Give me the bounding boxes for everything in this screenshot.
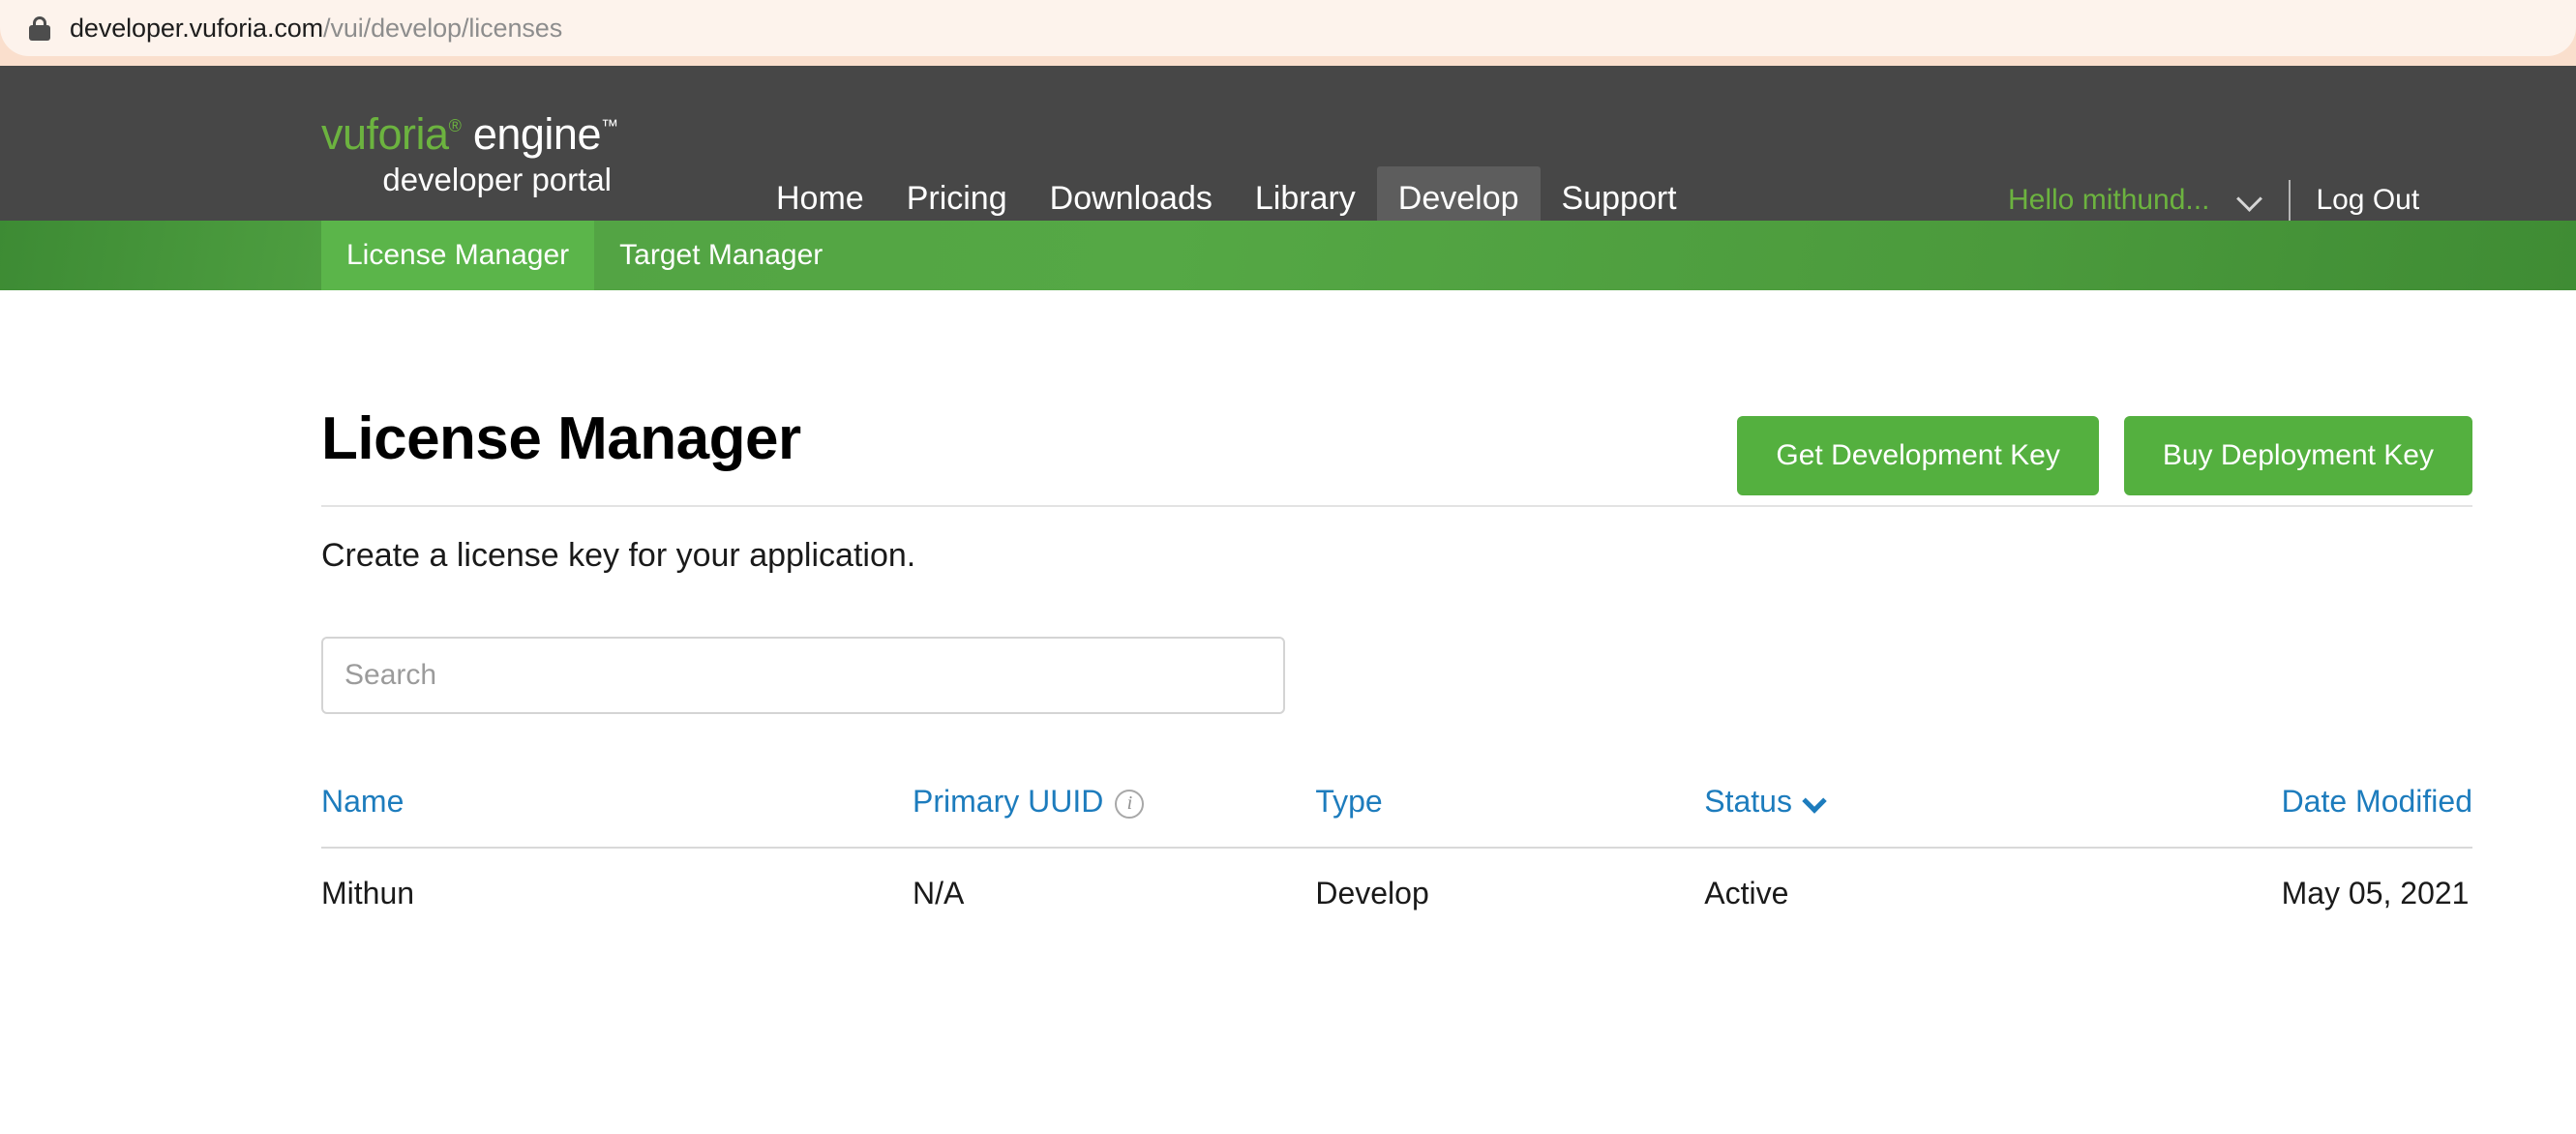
trademark-icon: ™ [600,116,618,135]
divider [2289,180,2291,221]
logo-wordmark: vuforia® engine™ [321,101,618,160]
column-header-name[interactable]: Name [321,784,913,848]
license-table-body: Mithun N/A Develop Active May 05, 2021 [321,848,2472,911]
column-header-status-label: Status [1704,784,1792,819]
header-divider [321,505,2472,507]
cell-type: Develop [1315,876,1429,910]
lock-icon [27,14,52,43]
column-header-name-label: Name [321,784,404,819]
log-out-button[interactable]: Log Out [2316,184,2419,217]
column-header-date-modified[interactable]: Date Modified [2282,784,2472,848]
url-domain: developer.vuforia.com [70,13,324,43]
logo-tagline: developer portal [382,162,612,197]
cell-primary-uuid: N/A [913,876,965,910]
column-header-status[interactable]: Status [1704,784,2281,848]
column-header-date-modified-label: Date Modified [2281,784,2472,819]
column-header-primary-uuid[interactable]: Primary UUID i [913,784,1315,848]
logo-brand: vuforia [321,109,449,159]
table-header-row: Name Primary UUID i Type Status Date Modi… [321,784,2472,848]
address-bar[interactable]: developer.vuforia.com/vui/develop/licens… [0,0,2576,56]
table-row[interactable]: Mithun N/A Develop Active May 05, 2021 [321,848,2472,911]
license-table-header: Name Primary UUID i Type Status Date Modi… [321,784,2472,848]
tab-target-manager[interactable]: Target Manager [594,221,848,290]
get-development-key-button[interactable]: Get Development Key [1737,416,2099,495]
column-header-primary-uuid-label: Primary UUID [913,784,1104,819]
page-title: License Manager [321,405,801,472]
cell-status: Active [1704,876,1789,910]
column-header-type[interactable]: Type [1315,784,1704,848]
logo-product: engine [461,109,602,159]
sub-navigation-bar: License Manager Target Manager [0,221,2576,290]
user-greeting[interactable]: Hello mithund... [2008,184,2209,217]
registered-mark-icon: ® [448,116,462,135]
browser-chrome: developer.vuforia.com/vui/develop/licens… [0,0,2576,66]
chevron-down-icon[interactable] [1806,792,1821,808]
cell-name[interactable]: Mithun [321,848,913,911]
url-path: /vui/develop/licenses [323,13,563,43]
buy-deployment-key-button[interactable]: Buy Deployment Key [2123,416,2472,495]
user-account-area: Hello mithund... Log Out [2008,180,2419,221]
info-icon[interactable]: i [1115,789,1145,819]
license-table: Name Primary UUID i Type Status Date Modi… [321,784,2472,911]
address-bar-url: developer.vuforia.com/vui/develop/licens… [70,14,562,44]
page-subtitle: Create a license key for your applicatio… [321,537,916,574]
search-input[interactable] [321,637,1285,714]
cell-date-modified: May 05, 2021 [2281,876,2470,910]
tab-license-manager[interactable]: License Manager [321,221,595,290]
page-actions: Get Development Key Buy Deployment Key [1737,416,2472,495]
site-header: vuforia® engine™ developer portal Home P… [0,66,2576,231]
sub-navigation: License Manager Target Manager [321,221,848,290]
site-logo[interactable]: vuforia® engine™ developer portal [321,101,618,200]
column-header-type-label: Type [1315,784,1383,819]
chevron-down-icon[interactable] [2238,188,2263,213]
